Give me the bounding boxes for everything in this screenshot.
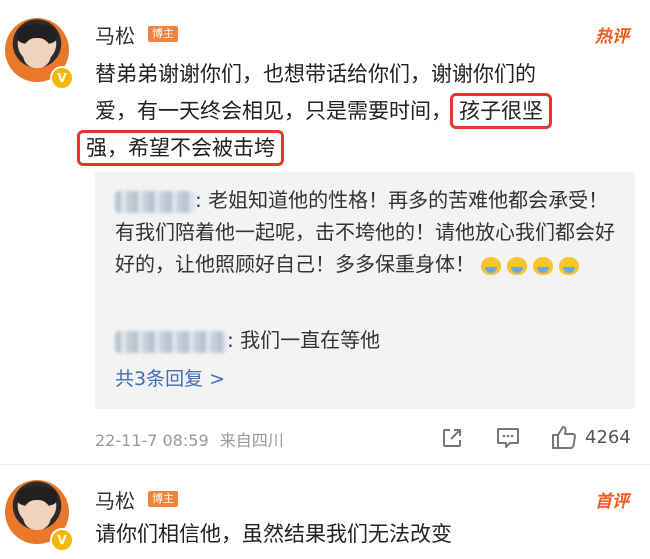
highlight-box-1: 孩子很坚 [450, 93, 552, 129]
verified-badge-icon: V [50, 528, 74, 552]
comment-icon[interactable] [495, 426, 521, 450]
reply-2[interactable]: : 我们一直在等他 [115, 324, 615, 356]
comment-line-1: 替弟弟谢谢你们，也想带话给你们，谢谢你们的 [95, 62, 536, 86]
timestamp: 22-11-7 08:59 [95, 431, 209, 450]
first-comment-tag: 首评 [595, 492, 629, 512]
more-replies-link[interactable]: 共3条回复 > [115, 364, 225, 391]
highlight-box-2: 强，希望不会被击垮 [77, 130, 284, 166]
verified-badge-icon: V [50, 66, 74, 90]
like-count: 4264 [585, 427, 631, 448]
blurred-username [115, 330, 227, 353]
blurred-username [115, 190, 195, 213]
comment-text: 请你们相信他，虽然结果我们无法改变 [95, 522, 452, 546]
divider [0, 464, 650, 465]
comment-line-2: 爱，有一天终会相见，只是需要时间， 孩子很坚 [95, 93, 640, 130]
emoji-icon [559, 256, 580, 275]
avatar-face [23, 500, 51, 530]
blogger-badge: 博主 [148, 491, 178, 507]
username[interactable]: 马松 [95, 485, 135, 514]
emoji-icon [507, 256, 528, 275]
comment-meta: 22-11-7 08:59 来自四川 [95, 427, 284, 451]
blogger-badge: 博主 [148, 26, 178, 42]
username[interactable]: 马松 [95, 20, 135, 49]
avatar-face [23, 38, 51, 68]
emoji-icon [533, 256, 554, 275]
share-icon[interactable] [440, 426, 464, 450]
location: 来自四川 [219, 431, 284, 450]
reply-box: : 老姐知道他的性格！再多的苦难他都会承受！有我们陪着他一起呢，击不垮他的！请他… [95, 172, 635, 409]
comment-line-2-text: 爱，有一天终会相见，只是需要时间， [95, 99, 452, 123]
comment-text: 替弟弟谢谢你们，也想带话给你们，谢谢你们的 爱，有一天终会相见，只是需要时间，孩… [77, 56, 640, 167]
emoji-icon [481, 256, 502, 275]
reply-2-text: 我们一直在等他 [240, 328, 381, 352]
reply-1[interactable]: : 老姐知道他的性格！再多的苦难他都会承受！有我们陪着他一起呢，击不垮他的！请他… [115, 184, 615, 280]
hot-comment-tag: 热评 [595, 27, 629, 47]
comment-line-3: 强，希望不会被击垮 [77, 130, 640, 167]
like-icon[interactable] [550, 424, 578, 450]
